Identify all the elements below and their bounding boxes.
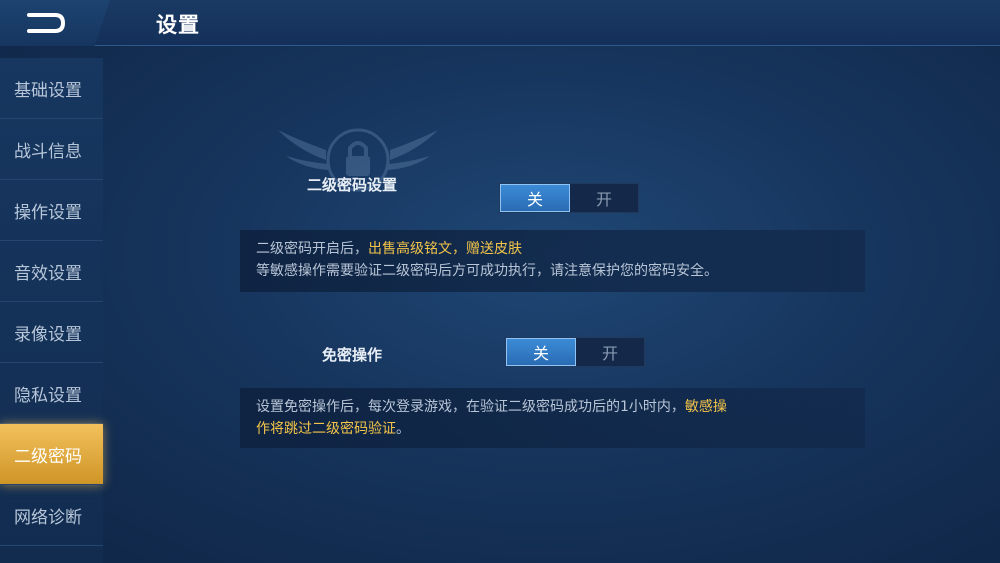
sidebar: 基础设置 战斗信息 操作设置 音效设置 录像设置 隐私设置 二级密码 网络诊断: [0, 58, 103, 563]
page-title: 设置: [156, 13, 200, 37]
top-bar: 设置: [0, 0, 1000, 46]
password-desc-line2: 等敏感操作需要验证二级密码后方可成功执行，请注意保护您的密码安全。: [256, 263, 718, 279]
password-setting-label: 二级密码设置: [307, 176, 398, 194]
sidebar-item-battle-info[interactable]: 战斗信息: [0, 119, 103, 180]
sidebar-item-network[interactable]: 网络诊断: [0, 485, 103, 546]
password-desc-text: 二级密码开启后，: [256, 241, 368, 257]
free-op-description: 设置免密操作后，每次登录游戏，在验证二级密码成功后的1小时内，敏感操 作将跳过二…: [240, 388, 865, 448]
password-description: 二级密码开启后，出售高级铭文，赠送皮肤 等敏感操作需要验证二级密码后方可成功执行…: [240, 230, 865, 292]
sidebar-item-secondary-password[interactable]: 二级密码: [0, 424, 103, 485]
password-desc-highlight-1: 出售高级铭文: [368, 241, 452, 257]
sidebar-item-audio[interactable]: 音效设置: [0, 241, 103, 302]
free-op-toggle-on[interactable]: 开: [576, 338, 644, 366]
back-arrow-icon: [27, 13, 66, 33]
password-toggle: 关 开: [499, 183, 639, 213]
password-toggle-off[interactable]: 关: [500, 184, 570, 212]
free-op-toggle-off[interactable]: 关: [506, 338, 576, 366]
password-desc-separator: ，: [452, 241, 466, 257]
password-desc-highlight-2: 赠送皮肤: [466, 241, 522, 257]
free-op-toggle: 关 开: [505, 337, 645, 367]
free-op-label: 免密操作: [322, 346, 383, 364]
sidebar-item-privacy[interactable]: 隐私设置: [0, 363, 103, 424]
sidebar-item-replay[interactable]: 录像设置: [0, 302, 103, 363]
free-op-desc-highlight-2: 作将跳过二级密码验证: [256, 421, 396, 437]
sidebar-item-basic[interactable]: 基础设置: [0, 58, 103, 119]
free-op-desc-end: 。: [396, 421, 410, 437]
password-toggle-on[interactable]: 开: [570, 184, 638, 212]
back-button[interactable]: [0, 0, 110, 46]
sidebar-item-controls[interactable]: 操作设置: [0, 180, 103, 241]
free-op-desc-highlight-1: 敏感操: [684, 399, 727, 415]
free-op-desc-text: 设置免密操作后，每次登录游戏，在验证二级密码成功后的1小时内，: [256, 399, 685, 415]
